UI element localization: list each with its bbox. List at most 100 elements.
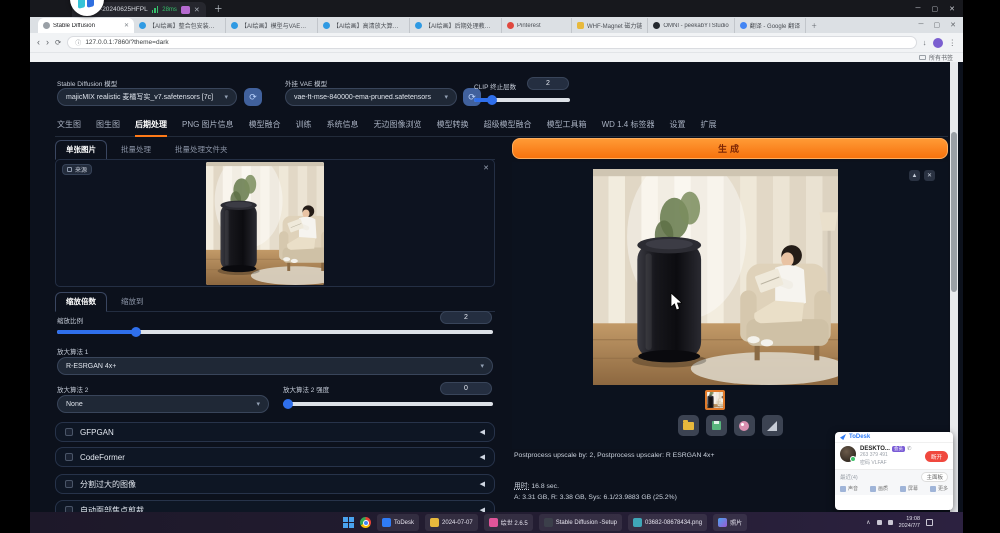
clear-source-image-button[interactable]: ✕ bbox=[483, 164, 489, 172]
minimize-button[interactable]: ─ bbox=[919, 21, 924, 29]
volume-icon[interactable] bbox=[877, 520, 882, 525]
forward-button[interactable]: › bbox=[46, 38, 49, 47]
gfpgan-checkbox[interactable] bbox=[65, 428, 73, 436]
tab-close-icon[interactable]: ✕ bbox=[124, 22, 129, 29]
sd-model-select[interactable]: majicMIX realistic 麦橘写实_v7.safetensors [… bbox=[57, 88, 237, 106]
source-image-panel[interactable]: 来源 ✕ bbox=[55, 159, 495, 287]
accordion-codeformer[interactable]: CodeFormer ◀ bbox=[55, 447, 495, 467]
clip-skip-slider[interactable] bbox=[474, 98, 570, 102]
subtab-single-image[interactable]: 单张图片 bbox=[55, 140, 107, 160]
reload-button[interactable]: ⟳ bbox=[55, 39, 61, 47]
tab-wd-tagger[interactable]: WD 1.4 标签器 bbox=[602, 119, 655, 130]
split-oversized-checkbox[interactable] bbox=[65, 480, 73, 488]
network-icon[interactable] bbox=[888, 520, 893, 525]
taskbar-item-todesk[interactable]: ToDesk bbox=[377, 514, 419, 531]
taskbar-item-launcher[interactable]: 绘世 2.6.5 bbox=[484, 514, 533, 531]
scale-ratio-slider[interactable] bbox=[57, 330, 493, 334]
maximize-button[interactable]: ▢ bbox=[934, 21, 941, 29]
main-panel-button[interactable]: 主面板 bbox=[921, 472, 948, 482]
new-tab-button[interactable]: ＋ bbox=[806, 18, 822, 33]
chrome-taskbar-icon[interactable] bbox=[360, 517, 371, 528]
tab-txt2img[interactable]: 文生图 bbox=[57, 119, 81, 130]
tab-super-merge[interactable]: 超级模型融合 bbox=[484, 119, 532, 130]
more-button[interactable]: 更多 bbox=[930, 485, 948, 492]
accordion-split-oversized[interactable]: 分割过大的图像 ◀ bbox=[55, 474, 495, 494]
tab-train[interactable]: 训练 bbox=[296, 119, 312, 130]
taskbar-clock[interactable]: 19:08 2024/7/7 bbox=[899, 516, 920, 530]
subtab-batch-folder[interactable]: 批量处理文件夹 bbox=[165, 141, 238, 159]
browser-tab[interactable]: WHF-Magnet 磁力链 bbox=[572, 18, 648, 33]
upscaler2-strength-input[interactable]: 0 bbox=[440, 382, 492, 395]
site-info-icon[interactable]: ⓘ bbox=[75, 38, 81, 47]
close-button[interactable]: ✕ bbox=[949, 5, 955, 13]
send-to-extras-button[interactable] bbox=[762, 415, 783, 436]
vae-select[interactable]: vae-ft-mse-840000-ema-pruned.safetensors… bbox=[285, 88, 457, 106]
clip-skip-input[interactable]: 2 bbox=[527, 77, 569, 90]
taskbar-item-console[interactable]: Stable Diffusion -Setup bbox=[539, 514, 622, 531]
screen-toggle[interactable]: 屏幕 bbox=[900, 485, 918, 492]
tab-model-convert[interactable]: 模型转换 bbox=[437, 119, 469, 130]
browser-tab[interactable]: 【AI绘画】模型与VAE放置 - 哔哩哔哩 bbox=[226, 18, 318, 33]
fullscreen-icon[interactable]: ▲ bbox=[909, 170, 920, 181]
browser-menu-icon[interactable]: ⋮ bbox=[949, 38, 957, 47]
gallery-thumbnail-selected[interactable] bbox=[705, 390, 725, 410]
tab-extensions[interactable]: 扩展 bbox=[700, 119, 716, 130]
tab-image-browser[interactable]: 无边图像浏览 bbox=[374, 119, 422, 130]
disconnect-button[interactable]: 断开 bbox=[925, 451, 948, 462]
taskbar-item-image[interactable]: 03682-08678434.png bbox=[628, 514, 707, 531]
upscaler2-select[interactable]: None ▾ bbox=[57, 395, 269, 413]
tab-scale-to[interactable]: 缩放到 bbox=[111, 293, 154, 311]
tab-sysinfo[interactable]: 系统信息 bbox=[327, 119, 359, 130]
minimize-button[interactable]: ─ bbox=[916, 5, 921, 13]
tray-expand-icon[interactable]: ∧ bbox=[866, 519, 870, 526]
browser-tab[interactable]: 【AI绘画】后期处理教程 - 哔哩哔哩 bbox=[410, 18, 502, 33]
phone-icon[interactable]: ✆ bbox=[907, 446, 912, 452]
browser-tab[interactable]: 翻译 - Google 翻译 bbox=[735, 18, 806, 33]
accordion-gfpgan[interactable]: GFPGAN ◀ bbox=[55, 422, 495, 442]
send-to-img2img-button[interactable] bbox=[734, 415, 755, 436]
taskbar-item-photos[interactable]: 照片 bbox=[713, 514, 747, 531]
tab-scale-by[interactable]: 缩放倍数 bbox=[55, 292, 107, 312]
close-button[interactable]: ✕ bbox=[950, 21, 956, 29]
output-image[interactable] bbox=[593, 169, 838, 385]
scrollbar-thumb[interactable] bbox=[951, 132, 957, 292]
notification-center-icon[interactable] bbox=[926, 519, 933, 526]
quality-toggle[interactable]: 画质 bbox=[870, 485, 888, 492]
todesk-panel[interactable]: ToDesk DESKTO... 会员 ✆ 263 379 491 密码 VLF… bbox=[835, 432, 953, 510]
scale-ratio-input[interactable]: 2 bbox=[440, 311, 492, 324]
new-session-button[interactable]: ＋ bbox=[214, 2, 223, 15]
todesk-footer: 最近(4) 主面板 声音 画质 屏幕 更多 bbox=[835, 469, 953, 495]
all-bookmarks-button[interactable]: 所有书签 bbox=[929, 53, 953, 62]
back-button[interactable]: ‹ bbox=[37, 38, 40, 47]
download-icon[interactable]: ↓ bbox=[923, 38, 927, 47]
tab-pnginfo[interactable]: PNG 图片信息 bbox=[182, 119, 234, 130]
browser-tab[interactable]: 【AI绘画】整合包安装教程 - 哔哩哔哩 bbox=[134, 18, 226, 33]
upscaler1-select[interactable]: R-ESRGAN 4x+ ▾ bbox=[57, 357, 493, 375]
audio-toggle[interactable]: 声音 bbox=[840, 485, 858, 492]
subtab-batch-process[interactable]: 批量处理 bbox=[111, 141, 161, 159]
action-label: 更多 bbox=[938, 485, 948, 492]
save-image-button[interactable] bbox=[706, 415, 727, 436]
tab-settings[interactable]: 设置 bbox=[669, 119, 685, 130]
browser-tab[interactable]: OMNI - peekabYTStudio bbox=[648, 18, 734, 33]
generate-button[interactable]: 生成 bbox=[512, 138, 948, 159]
upscaler2-strength-slider[interactable] bbox=[283, 402, 493, 406]
browser-tab-active[interactable]: Stable Diffusion ✕ bbox=[38, 18, 134, 33]
close-output-icon[interactable]: ✕ bbox=[924, 170, 935, 181]
codeformer-checkbox[interactable] bbox=[65, 453, 73, 461]
refresh-models-button[interactable]: ⟳ bbox=[244, 88, 262, 106]
accordion-auto-face-crop[interactable]: 自动面部焦点剪裁 ◀ bbox=[55, 500, 495, 512]
tab-merge[interactable]: 模型融合 bbox=[249, 119, 281, 130]
browser-tab[interactable]: Pinterest bbox=[502, 18, 572, 33]
start-button[interactable] bbox=[343, 517, 354, 528]
open-folder-button[interactable] bbox=[678, 415, 699, 436]
session-tab-close-icon[interactable]: ✕ bbox=[194, 6, 200, 14]
tab-img2img[interactable]: 图生图 bbox=[96, 119, 120, 130]
profile-avatar[interactable] bbox=[933, 38, 943, 48]
tab-extras[interactable]: 后期处理 bbox=[135, 119, 167, 137]
maximize-button[interactable]: ▢ bbox=[932, 5, 939, 13]
tab-model-toolkit[interactable]: 模型工具箱 bbox=[547, 119, 587, 130]
address-bar[interactable]: ⓘ 127.0.0.1:7860/?theme=dark bbox=[67, 36, 916, 49]
browser-tab[interactable]: 【AI绘画】高清放大算法对比 - 哔哩哔哩 bbox=[318, 18, 410, 33]
taskbar-item-folder[interactable]: 2024-07-07 bbox=[425, 514, 478, 531]
